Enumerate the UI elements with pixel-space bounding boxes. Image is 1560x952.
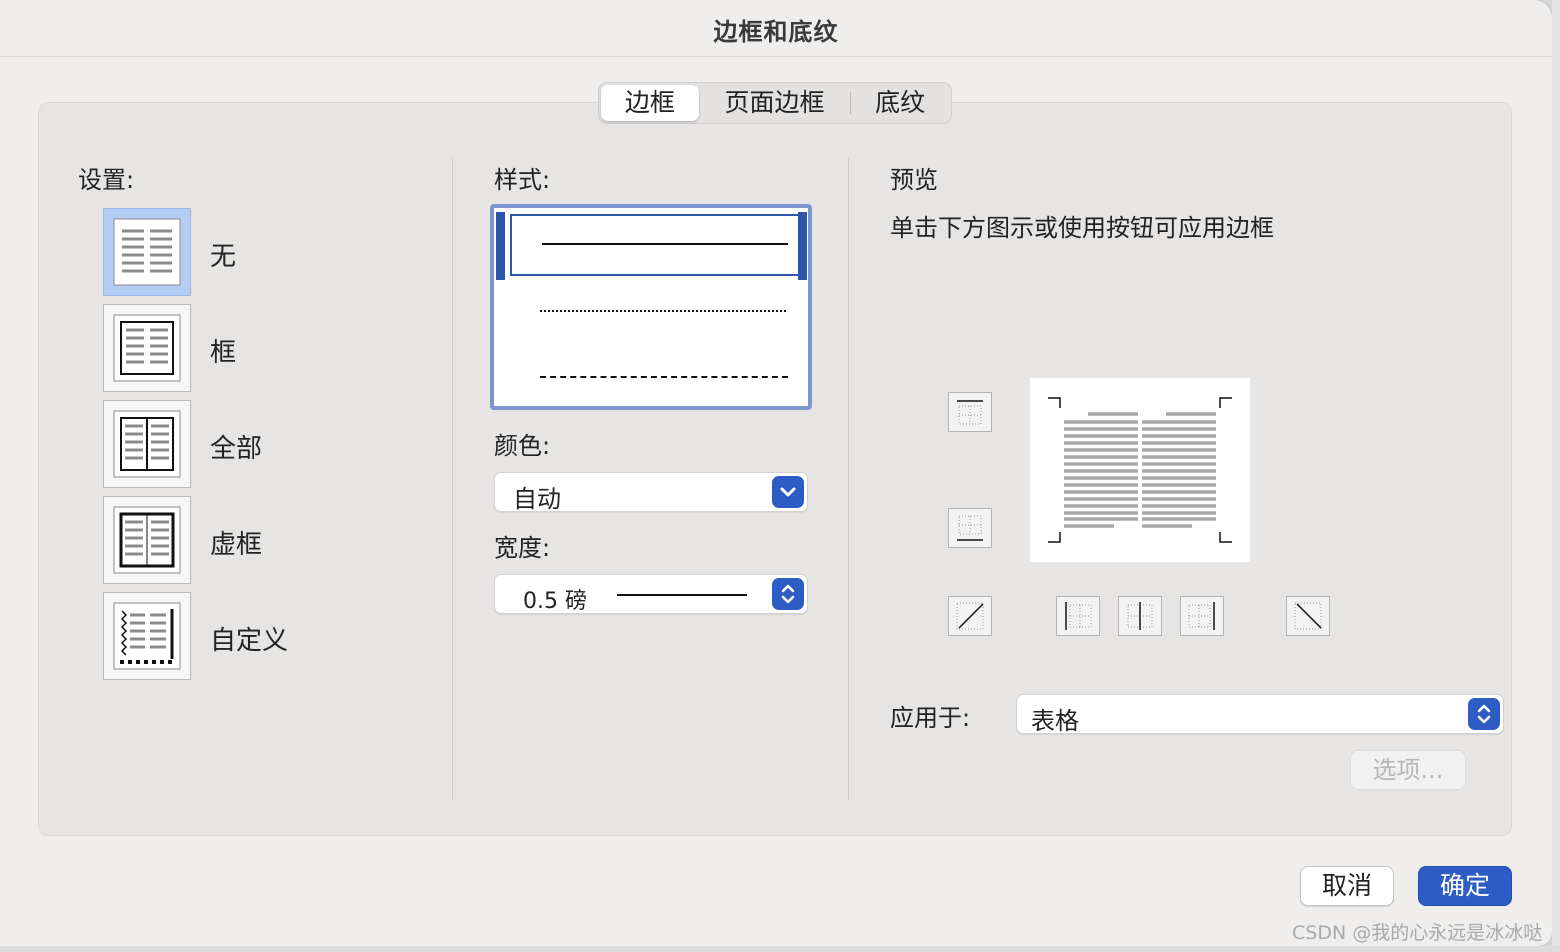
right-border-button[interactable]: [1180, 596, 1224, 636]
setting-custom-icon: [113, 602, 181, 670]
up-down-chevron-icon[interactable]: [772, 578, 804, 610]
tab-borders[interactable]: 边框: [601, 85, 699, 121]
selection-marker-left: [496, 212, 505, 280]
preview-document-icon: [1048, 397, 1232, 543]
setting-none-icon: [113, 218, 181, 286]
bottom-border-icon: [957, 515, 983, 541]
tab-shading[interactable]: 底纹: [851, 85, 949, 121]
setting-box-button[interactable]: [103, 304, 191, 392]
preview-label: 预览: [890, 166, 938, 194]
settings-label: 设置:: [78, 166, 135, 194]
dialog-title: 边框和底纹: [713, 18, 839, 46]
chevron-down-icon[interactable]: [772, 476, 804, 508]
tab-page-border[interactable]: 页面边框: [699, 85, 851, 121]
diagonal-up-icon: [956, 602, 984, 630]
ok-button[interactable]: 确定: [1418, 866, 1512, 906]
preview-hint: 单击下方图示或使用按钮可应用边框: [890, 214, 1274, 242]
left-border-button[interactable]: [1056, 596, 1100, 636]
cancel-button[interactable]: 取消: [1300, 866, 1394, 906]
color-value: 自动: [513, 485, 561, 513]
style-list[interactable]: [490, 204, 812, 410]
background-app-bottom: [0, 946, 1560, 952]
column-divider-left: [452, 158, 453, 800]
diagonal-up-button[interactable]: [948, 596, 992, 636]
top-border-button[interactable]: [948, 392, 992, 432]
apply-to-dropdown[interactable]: 表格: [1016, 694, 1504, 735]
preview-page[interactable]: [1030, 378, 1250, 562]
diagonal-down-button[interactable]: [1286, 596, 1330, 636]
style-option-dotted[interactable]: [494, 288, 808, 338]
bottom-border-button[interactable]: [948, 508, 992, 548]
style-option-dashed[interactable]: [494, 354, 808, 404]
left-border-icon: [1065, 602, 1092, 630]
column-divider-right: [848, 158, 849, 800]
color-dropdown[interactable]: 自动: [494, 472, 808, 513]
apply-to-value: 表格: [1031, 707, 1079, 735]
setting-box-icon: [113, 314, 181, 382]
watermark: CSDN @我的心永远是冰冰哒: [1292, 922, 1543, 944]
title-bar: 边框和底纹: [0, 0, 1552, 57]
dotted-line-sample: [540, 310, 786, 312]
tab-bar: 边框 页面边框 底纹: [598, 82, 952, 124]
setting-grid-button[interactable]: [103, 496, 191, 584]
setting-box-label: 框: [210, 338, 237, 368]
color-label: 颜色:: [494, 432, 551, 460]
inside-vertical-border-button[interactable]: [1118, 596, 1162, 636]
width-dropdown[interactable]: 0.5 磅: [494, 574, 808, 614]
solid-line-sample: [542, 243, 788, 245]
options-button[interactable]: 选项...: [1350, 750, 1466, 790]
dashed-line-sample: [540, 376, 788, 378]
setting-all-button[interactable]: [103, 400, 191, 488]
setting-grid-icon: [113, 506, 181, 574]
setting-custom-button[interactable]: [103, 592, 191, 680]
right-border-icon: [1188, 602, 1215, 630]
setting-all-icon: [113, 410, 181, 478]
background-app-edge: [1552, 0, 1560, 952]
diagonal-down-icon: [1294, 602, 1322, 630]
dialog-window: 边框和底纹 边框 页面边框 底纹 设置: 无 框 全部 虚框 自定义 样式: 颜…: [0, 0, 1552, 946]
setting-custom-label: 自定义: [210, 626, 289, 656]
width-value: 0.5 磅: [523, 589, 587, 614]
apply-to-label: 应用于:: [890, 704, 971, 732]
style-label: 样式:: [494, 166, 551, 194]
width-label: 宽度:: [494, 534, 551, 562]
width-line-sample: [617, 594, 747, 596]
inside-vertical-border-icon: [1127, 602, 1153, 630]
setting-grid-label: 虚框: [210, 530, 263, 560]
top-border-icon: [957, 400, 983, 425]
setting-none-label: 无: [210, 242, 237, 272]
selection-marker-right: [798, 212, 807, 280]
setting-all-label: 全部: [210, 434, 263, 464]
up-down-chevron-icon[interactable]: [1468, 698, 1500, 730]
style-option-solid[interactable]: [510, 214, 800, 276]
setting-none-button[interactable]: [103, 208, 191, 296]
